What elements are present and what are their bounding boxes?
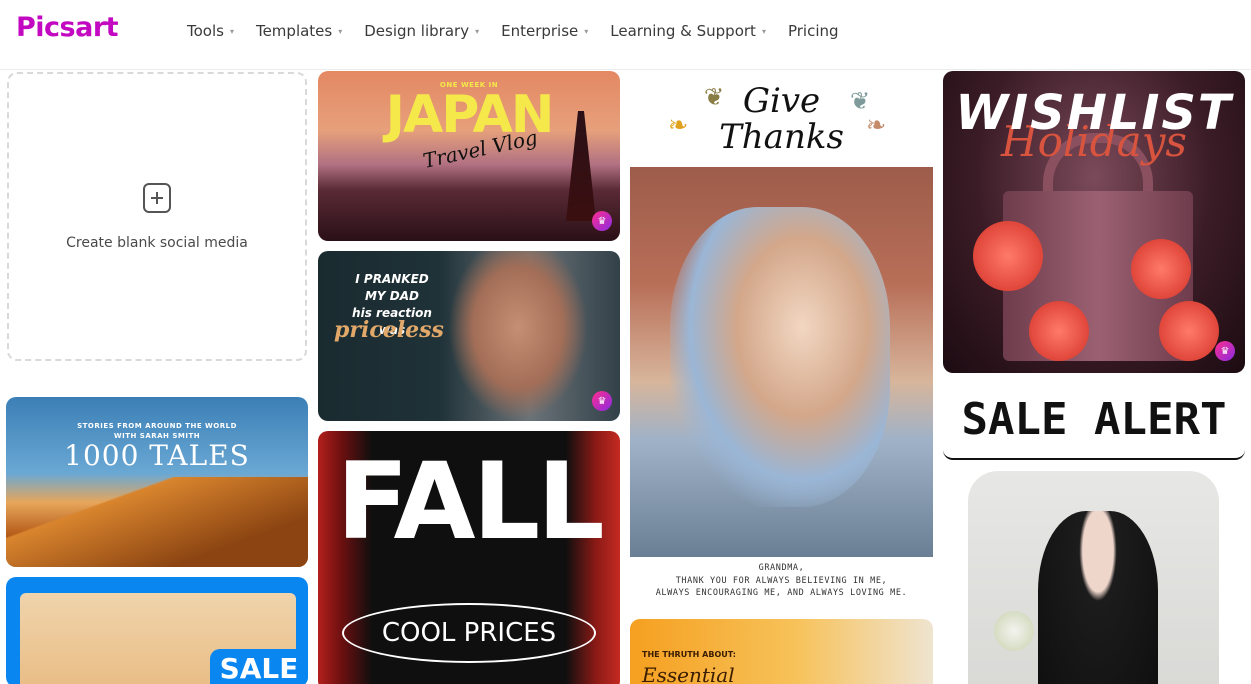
template-card-give-thanks[interactable]: ❧ ❦ ❦ ❧ Give Thanks GRANDMA, THANK YOU F… xyxy=(630,71,933,611)
tales-subtitle: STORIES FROM AROUND THE WORLD WITH SARAH… xyxy=(6,421,308,441)
nav-pricing-label: Pricing xyxy=(787,22,839,40)
template-card-japan[interactable]: ONE WEEK IN JAPAN Travel Vlog ♛ xyxy=(318,71,620,241)
pattern-ball xyxy=(973,221,1043,291)
top-header: Picsart Tools ▾ Templates ▾ Design libra… xyxy=(0,0,1251,70)
chevron-down-icon: ▾ xyxy=(475,26,480,36)
japan-title: JAPAN xyxy=(385,85,555,145)
template-card-sale-alert[interactable]: SALE ALERT xyxy=(943,380,1245,460)
nav-learning-support[interactable]: Learning & Support ▾ xyxy=(610,22,766,40)
nav-enterprise[interactable]: Enterprise ▾ xyxy=(501,22,588,40)
template-card-wishlist[interactable]: Holidays WISHLIST ♛ xyxy=(943,71,1245,373)
wishlist-title: WISHLIST xyxy=(955,85,1233,141)
nav-tools[interactable]: Tools ▾ xyxy=(187,22,234,40)
create-blank-label: Create blank social media xyxy=(66,234,248,251)
premium-crown-icon: ♛ xyxy=(592,211,612,231)
prank-line1: I PRANKED xyxy=(355,272,429,286)
thanks-caption: GRANDMA, THANK YOU FOR ALWAYS BELIEVING … xyxy=(630,562,933,600)
pattern-ball xyxy=(1131,239,1191,299)
nav-templates[interactable]: Templates ▾ xyxy=(256,22,342,40)
fall-pill: COOL PRICES xyxy=(342,603,596,663)
template-card-essential[interactable]: THE THRUTH ABOUT: Essential xyxy=(630,619,933,684)
pattern-ball xyxy=(1159,301,1219,361)
fall-title: FALL xyxy=(336,440,604,563)
portrait-image xyxy=(1038,511,1158,684)
nav-enterprise-label: Enterprise xyxy=(501,22,579,40)
nav-learning-support-label: Learning & Support xyxy=(610,22,756,40)
sale-alert-title: SALE ALERT xyxy=(961,394,1227,445)
nav-templates-label: Templates xyxy=(255,22,333,40)
tales-title: 1000 TALES xyxy=(64,439,250,472)
prank-line2: MY DAD xyxy=(364,289,420,303)
grandma-hug-photo xyxy=(630,167,933,557)
chevron-down-icon: ▾ xyxy=(229,26,234,36)
premium-crown-icon: ♛ xyxy=(1215,341,1235,361)
nav-tools-label: Tools xyxy=(187,22,224,40)
chevron-down-icon: ▾ xyxy=(584,26,589,36)
hug-figures xyxy=(670,207,890,507)
template-card-portrait[interactable] xyxy=(968,471,1219,684)
give-thanks-heading: Give Thanks xyxy=(630,83,933,155)
give-thanks-line2: Thanks xyxy=(719,117,844,157)
plus-square-icon xyxy=(143,182,171,213)
template-card-fall[interactable]: FALL COOL PRICES xyxy=(318,431,620,684)
desert-dune-image xyxy=(6,477,308,567)
prank-priceless: priceless xyxy=(334,317,444,343)
truth-title: Essential xyxy=(642,663,735,684)
picsart-logo[interactable]: Picsart xyxy=(16,12,119,43)
pattern-ball xyxy=(1029,301,1089,361)
give-thanks-line1: Give xyxy=(742,81,821,121)
nav-design-library[interactable]: Design library ▾ xyxy=(364,22,479,40)
template-card-sale[interactable]: SALE xyxy=(6,577,308,684)
main-nav: Tools ▾ Templates ▾ Design library ▾ Ent… xyxy=(187,0,861,62)
create-blank-card[interactable]: Create blank social media xyxy=(7,72,307,361)
tales-subtitle-line1: STORIES FROM AROUND THE WORLD xyxy=(77,422,237,430)
chevron-down-icon: ▾ xyxy=(338,26,343,36)
chevron-down-icon: ▾ xyxy=(761,26,766,36)
truth-kicker: THE THRUTH ABOUT: xyxy=(642,650,736,659)
template-card-prank[interactable]: I PRANKED MY DAD his reaction was pricel… xyxy=(318,251,620,421)
nav-design-library-label: Design library xyxy=(364,22,470,40)
man-face-image xyxy=(448,251,588,421)
caption-line2: THANK YOU FOR ALWAYS BELIEVING IN ME, xyxy=(675,575,888,586)
flower-image xyxy=(994,611,1034,651)
caption-line3: ALWAYS ENCOURAGING ME, AND ALWAYS LOVING… xyxy=(655,588,908,598)
caption-line1: GRANDMA, xyxy=(758,563,805,573)
sale-label: SALE xyxy=(210,649,308,684)
premium-crown-icon: ♛ xyxy=(592,391,612,411)
template-card-1000-tales[interactable]: STORIES FROM AROUND THE WORLD WITH SARAH… xyxy=(6,397,308,567)
nav-pricing[interactable]: Pricing xyxy=(788,22,839,40)
